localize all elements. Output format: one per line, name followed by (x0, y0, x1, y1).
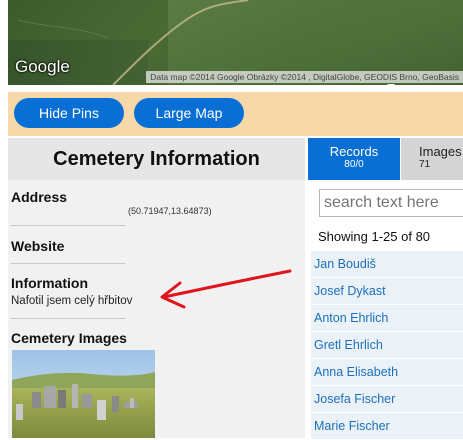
map-attribution: Data map ©2014 Google Obrázky ©2014 , Di… (146, 71, 463, 83)
google-logo: Google (15, 57, 70, 76)
tab-records[interactable]: Records 80/0 (308, 138, 400, 180)
results-count: Showing 1-25 of 80 (318, 229, 431, 244)
tab-records-label: Records (329, 144, 379, 159)
website-heading: Website (11, 238, 65, 254)
annotation-arrow-icon (160, 269, 292, 309)
divider (11, 225, 125, 226)
satellite-map[interactable]: Google Data map ©2014 Google Obrázky ©20… (8, 0, 463, 85)
divider (11, 263, 125, 264)
record-item[interactable]: Anton Ehrlich (311, 305, 463, 331)
map-toolbar: Hide Pins Large Map (8, 92, 463, 136)
cemetery-images-heading: Cemetery Images (11, 330, 127, 346)
record-item[interactable]: Josefa Fischer (311, 386, 463, 412)
large-map-button[interactable]: Large Map (134, 98, 244, 128)
address-heading: Address (11, 189, 68, 205)
record-item[interactable]: Marie Fischer (311, 413, 463, 439)
record-item[interactable]: Gretl Ehrlich (311, 332, 463, 358)
record-item[interactable]: Jan Boudiš (311, 251, 463, 277)
tab-images[interactable]: Images 71 (401, 138, 463, 180)
collapse-arrow-icon[interactable] (387, 84, 397, 92)
search-input[interactable] (319, 189, 463, 217)
information-text: Nafotil jsem celý hřbitov (11, 295, 133, 307)
record-list: Jan Boudiš Josef Dykast Anton Ehrlich Gr… (311, 251, 463, 440)
tab-images-count: 71 (419, 159, 431, 170)
record-item[interactable]: Anna Elisabeth (311, 359, 463, 385)
tab-records-count: 80/0 (344, 159, 364, 170)
record-item[interactable]: Josef Dykast (311, 278, 463, 304)
page-title: Cemetery Information (8, 138, 305, 180)
hide-pins-button[interactable]: Hide Pins (14, 98, 124, 128)
tab-images-label: Images (419, 144, 462, 159)
information-heading: Information (11, 275, 88, 291)
cemetery-thumbnail[interactable] (12, 350, 155, 438)
divider (11, 318, 125, 319)
address-coordinates: (50.71947,13.64873) (128, 206, 212, 216)
records-panel: Records 80/0 Images 71 Showing 1-25 of 8… (306, 138, 463, 440)
